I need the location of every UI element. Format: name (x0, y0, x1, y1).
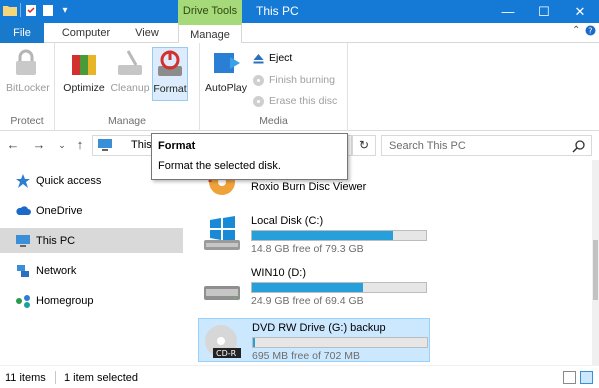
nav-item-network[interactable]: Network (0, 258, 183, 283)
erase-disc-button[interactable]: Erase this disc (252, 92, 337, 110)
new-folder-icon[interactable] (41, 3, 55, 17)
format-icon (154, 48, 186, 80)
cloud-icon (15, 203, 31, 219)
folder-icon[interactable] (3, 3, 17, 17)
status-divider (55, 371, 56, 384)
search-icon (572, 139, 586, 153)
autoplay-icon (210, 47, 242, 79)
windows-drive-icon (202, 216, 242, 252)
drive-free-space: 14.8 GB free of 79.3 GB (251, 243, 364, 255)
computer-icon (97, 139, 113, 151)
tab-file[interactable]: File (0, 23, 44, 43)
drive-usage-bar (252, 337, 428, 348)
network-icon (15, 263, 31, 279)
hard-drive-icon (202, 268, 242, 304)
status-bar: 11 items 1 item selected (0, 365, 599, 388)
search-input[interactable]: Search This PC (381, 135, 592, 156)
format-tooltip: Format Format the selected disk. (151, 133, 348, 180)
navigation-pane: Quick access OneDrive This PC Network Ho… (0, 160, 183, 365)
format-button[interactable]: Format (152, 47, 188, 101)
refresh-icon[interactable]: ↻ (352, 135, 376, 156)
ribbon-group-media: AutoPlay Eject Finish burning Erase this… (200, 43, 348, 131)
group-label-protect: Protect (10, 115, 44, 127)
minimize-button[interactable]: — (490, 0, 526, 23)
cd-r-badge: CD-R (216, 349, 237, 358)
title-bar: ▾ Drive Tools This PC — ☐ ✕ (0, 0, 599, 23)
computer-icon (15, 233, 31, 249)
maximize-button[interactable]: ☐ (526, 0, 562, 23)
tab-computer[interactable]: Computer (55, 23, 117, 43)
eject-icon (252, 52, 265, 65)
tab-manage[interactable]: Manage (178, 23, 242, 44)
drive-name: Roxio Burn Disc Viewer (251, 181, 367, 193)
collapse-ribbon-icon[interactable]: ⌃ (572, 25, 580, 36)
content-pane: Roxio Burn Disc Viewer Local Disk (C:) 1… (190, 160, 590, 365)
drive-local-disk-c[interactable]: Local Disk (C:) 14.8 GB free of 79.3 GB (198, 212, 430, 256)
cleanup-button[interactable]: Cleanup (109, 47, 151, 101)
ribbon: BitLocker Protect Optimize Cleanup Forma… (0, 43, 599, 131)
group-label-manage: Manage (108, 115, 146, 127)
ribbon-tabs: File Computer View Manage ⌃ ? (0, 23, 599, 44)
item-count: 11 items (5, 372, 46, 384)
drive-usage-fill (253, 338, 255, 347)
drive-dvd-rw-g[interactable]: CD-R DVD RW Drive (G:) backup 695 MB fre… (198, 318, 430, 362)
drive-name: DVD RW Drive (G:) backup (252, 322, 386, 334)
window-title: This PC (256, 4, 299, 18)
finish-burning-button[interactable]: Finish burning (252, 71, 335, 89)
ribbon-group-manage: Optimize Cleanup Format Manage (55, 43, 200, 131)
drive-free-space: 695 MB free of 702 MB (252, 350, 360, 362)
recent-locations-chevron-icon[interactable]: ⌄ (54, 137, 70, 153)
optimize-icon (68, 47, 100, 79)
details-view-icon[interactable] (563, 371, 576, 384)
toolbar-divider (20, 3, 21, 17)
quick-access-toolbar: ▾ (3, 3, 72, 17)
selection-count: 1 item selected (64, 372, 138, 384)
back-arrow-icon[interactable]: ← (5, 137, 21, 153)
ribbon-group-protect: BitLocker Protect (0, 43, 55, 131)
drive-usage-bar (251, 230, 427, 241)
large-icons-view-icon[interactable] (580, 371, 593, 384)
up-arrow-icon[interactable]: ↑ (72, 137, 88, 153)
bitlocker-icon (10, 47, 42, 79)
nav-item-onedrive[interactable]: OneDrive (0, 198, 183, 223)
nav-item-this-pc[interactable]: This PC (0, 228, 183, 253)
drive-win10-d[interactable]: WIN10 (D:) 24.9 GB free of 69.4 GB (198, 264, 430, 308)
drive-usage-fill (252, 283, 364, 292)
homegroup-icon (15, 293, 31, 309)
cleanup-icon (114, 47, 146, 79)
help-icon[interactable]: ? (585, 25, 596, 39)
customize-toolbar-icon[interactable]: ▾ (58, 3, 72, 17)
star-icon (15, 173, 31, 189)
tooltip-title: Format (158, 140, 196, 152)
erase-disc-icon (252, 95, 265, 108)
vertical-scrollbar[interactable] (592, 160, 599, 365)
optimize-button[interactable]: Optimize (61, 47, 107, 101)
tab-view[interactable]: View (125, 23, 169, 43)
forward-arrow-icon[interactable]: → (31, 137, 47, 153)
cd-r-disc-icon: CD-R (203, 323, 243, 359)
scrollbar-thumb[interactable] (593, 240, 598, 300)
drive-name: WIN10 (D:) (251, 267, 306, 279)
group-label-media: Media (259, 115, 288, 127)
drive-name: Local Disk (C:) (251, 215, 324, 227)
nav-item-homegroup[interactable]: Homegroup (0, 288, 183, 313)
properties-icon[interactable] (24, 3, 38, 17)
eject-button[interactable]: Eject (252, 49, 292, 67)
drive-tools-context-tab: Drive Tools (178, 0, 242, 23)
close-button[interactable]: ✕ (562, 0, 598, 23)
bitlocker-button[interactable]: BitLocker (6, 47, 50, 101)
drive-free-space: 24.9 GB free of 69.4 GB (251, 295, 364, 307)
svg-text:?: ? (588, 27, 592, 36)
drive-usage-fill (252, 231, 393, 240)
search-placeholder: Search This PC (389, 140, 466, 152)
tooltip-description: Format the selected disk. (158, 160, 281, 172)
burn-disc-icon (252, 74, 265, 87)
autoplay-button[interactable]: AutoPlay (204, 47, 248, 101)
drive-usage-bar (251, 282, 427, 293)
